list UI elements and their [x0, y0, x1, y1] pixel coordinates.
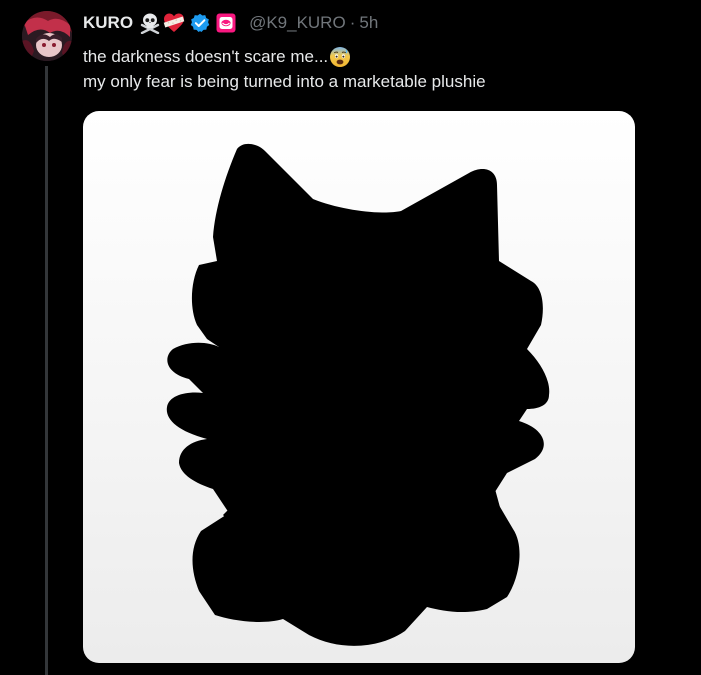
skull-crossbones-emoji-icon [139, 12, 161, 35]
separator-dot: · [349, 13, 356, 32]
anxious-face-emoji-icon [329, 46, 351, 68]
tweet-text-line-1: the darkness doesn't scare me... [83, 44, 486, 69]
tweet-text-line-2-content: my only fear is being turned into a mark… [83, 72, 486, 91]
thread-line [45, 66, 48, 675]
tweet-text: the darkness doesn't scare me... my only… [83, 44, 486, 94]
user-handle[interactable]: @K9_KURO [249, 13, 346, 33]
timestamp[interactable]: 5h [359, 13, 378, 33]
tweet-text-line-2: my only fear is being turned into a mark… [83, 69, 486, 94]
avatar[interactable] [22, 11, 72, 61]
tweet-text-line-1-content: the darkness doesn't scare me... [83, 47, 329, 66]
avatar-image [22, 11, 72, 61]
tweet-header: KURO @K9_KURO · 5h [83, 10, 378, 36]
tweet[interactable]: KURO @K9_KURO · 5h the darkness doesn't … [0, 0, 701, 675]
bandaged-heart-emoji-icon [163, 12, 185, 34]
verified-badge-icon[interactable] [190, 13, 210, 33]
affiliate-badge-icon[interactable] [216, 13, 236, 33]
plushie-silhouette-image [166, 143, 550, 646]
display-name[interactable]: KURO [83, 13, 133, 33]
tweet-media-image[interactable] [83, 111, 635, 663]
